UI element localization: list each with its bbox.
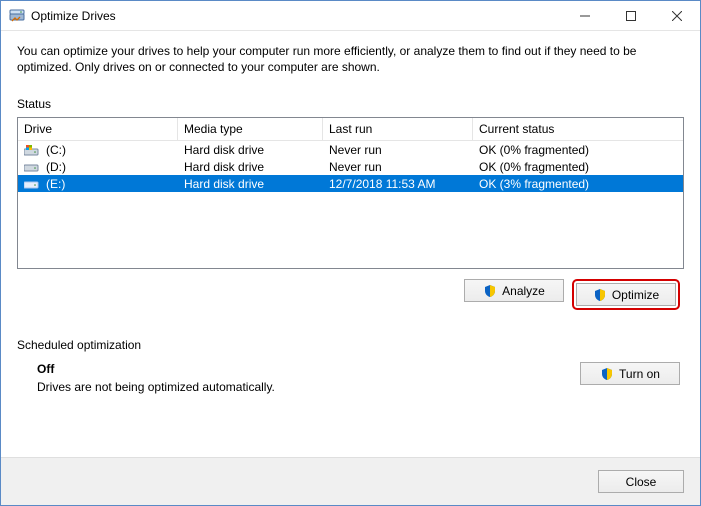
- col-status[interactable]: Current status: [473, 118, 683, 140]
- app-icon: [9, 8, 25, 24]
- close-window-button[interactable]: [654, 1, 700, 31]
- close-button[interactable]: Close: [598, 470, 684, 493]
- footer: Close: [1, 457, 700, 505]
- drive-media: Hard disk drive: [178, 177, 323, 191]
- drive-row[interactable]: (D:) Hard disk driveNever runOK (0% fragm…: [18, 158, 683, 175]
- drive-media: Hard disk drive: [178, 143, 323, 157]
- drive-last: Never run: [323, 160, 473, 174]
- drive-label: (D:): [46, 160, 66, 174]
- drive-last: 12/7/2018 11:53 AM: [323, 177, 473, 191]
- col-media[interactable]: Media type: [178, 118, 323, 140]
- drive-row[interactable]: (C:) Hard disk driveNever runOK (0% fragm…: [18, 141, 683, 158]
- drive-status: OK (3% fragmented): [473, 177, 683, 191]
- sched-state: Off: [37, 362, 580, 376]
- analyze-button[interactable]: Analyze: [464, 279, 564, 302]
- drive-icon: [24, 179, 40, 191]
- sched-title: Scheduled optimization: [17, 338, 684, 352]
- drive-last: Never run: [323, 143, 473, 157]
- turn-on-button[interactable]: Turn on: [580, 362, 680, 385]
- status-label: Status: [17, 97, 684, 111]
- drive-icon: [24, 145, 40, 157]
- maximize-button[interactable]: [608, 1, 654, 31]
- shield-icon: [483, 284, 497, 298]
- drive-row[interactable]: (E:) Hard disk drive12/7/2018 11:53 AMOK …: [18, 175, 683, 192]
- drive-label: (C:): [46, 143, 66, 157]
- drive-status: OK (0% fragmented): [473, 143, 683, 157]
- drive-media: Hard disk drive: [178, 160, 323, 174]
- drive-status: OK (0% fragmented): [473, 160, 683, 174]
- listview-header: Drive Media type Last run Current status: [18, 118, 683, 141]
- shield-icon: [593, 288, 607, 302]
- intro-text: You can optimize your drives to help you…: [17, 43, 684, 75]
- turn-on-label: Turn on: [619, 367, 660, 381]
- analyze-label: Analyze: [502, 284, 545, 298]
- col-drive[interactable]: Drive: [18, 118, 178, 140]
- drives-listview[interactable]: Drive Media type Last run Current status…: [17, 117, 684, 269]
- drive-label: (E:): [46, 177, 65, 191]
- drive-icon: [24, 162, 40, 174]
- sched-desc: Drives are not being optimized automatic…: [37, 380, 580, 394]
- window-title: Optimize Drives: [31, 9, 116, 23]
- optimize-highlight: Optimize: [572, 279, 680, 310]
- minimize-button[interactable]: [562, 1, 608, 31]
- col-last[interactable]: Last run: [323, 118, 473, 140]
- optimize-button[interactable]: Optimize: [576, 283, 676, 306]
- shield-icon: [600, 367, 614, 381]
- optimize-label: Optimize: [612, 288, 659, 302]
- close-label: Close: [626, 475, 657, 489]
- titlebar: Optimize Drives: [1, 1, 700, 31]
